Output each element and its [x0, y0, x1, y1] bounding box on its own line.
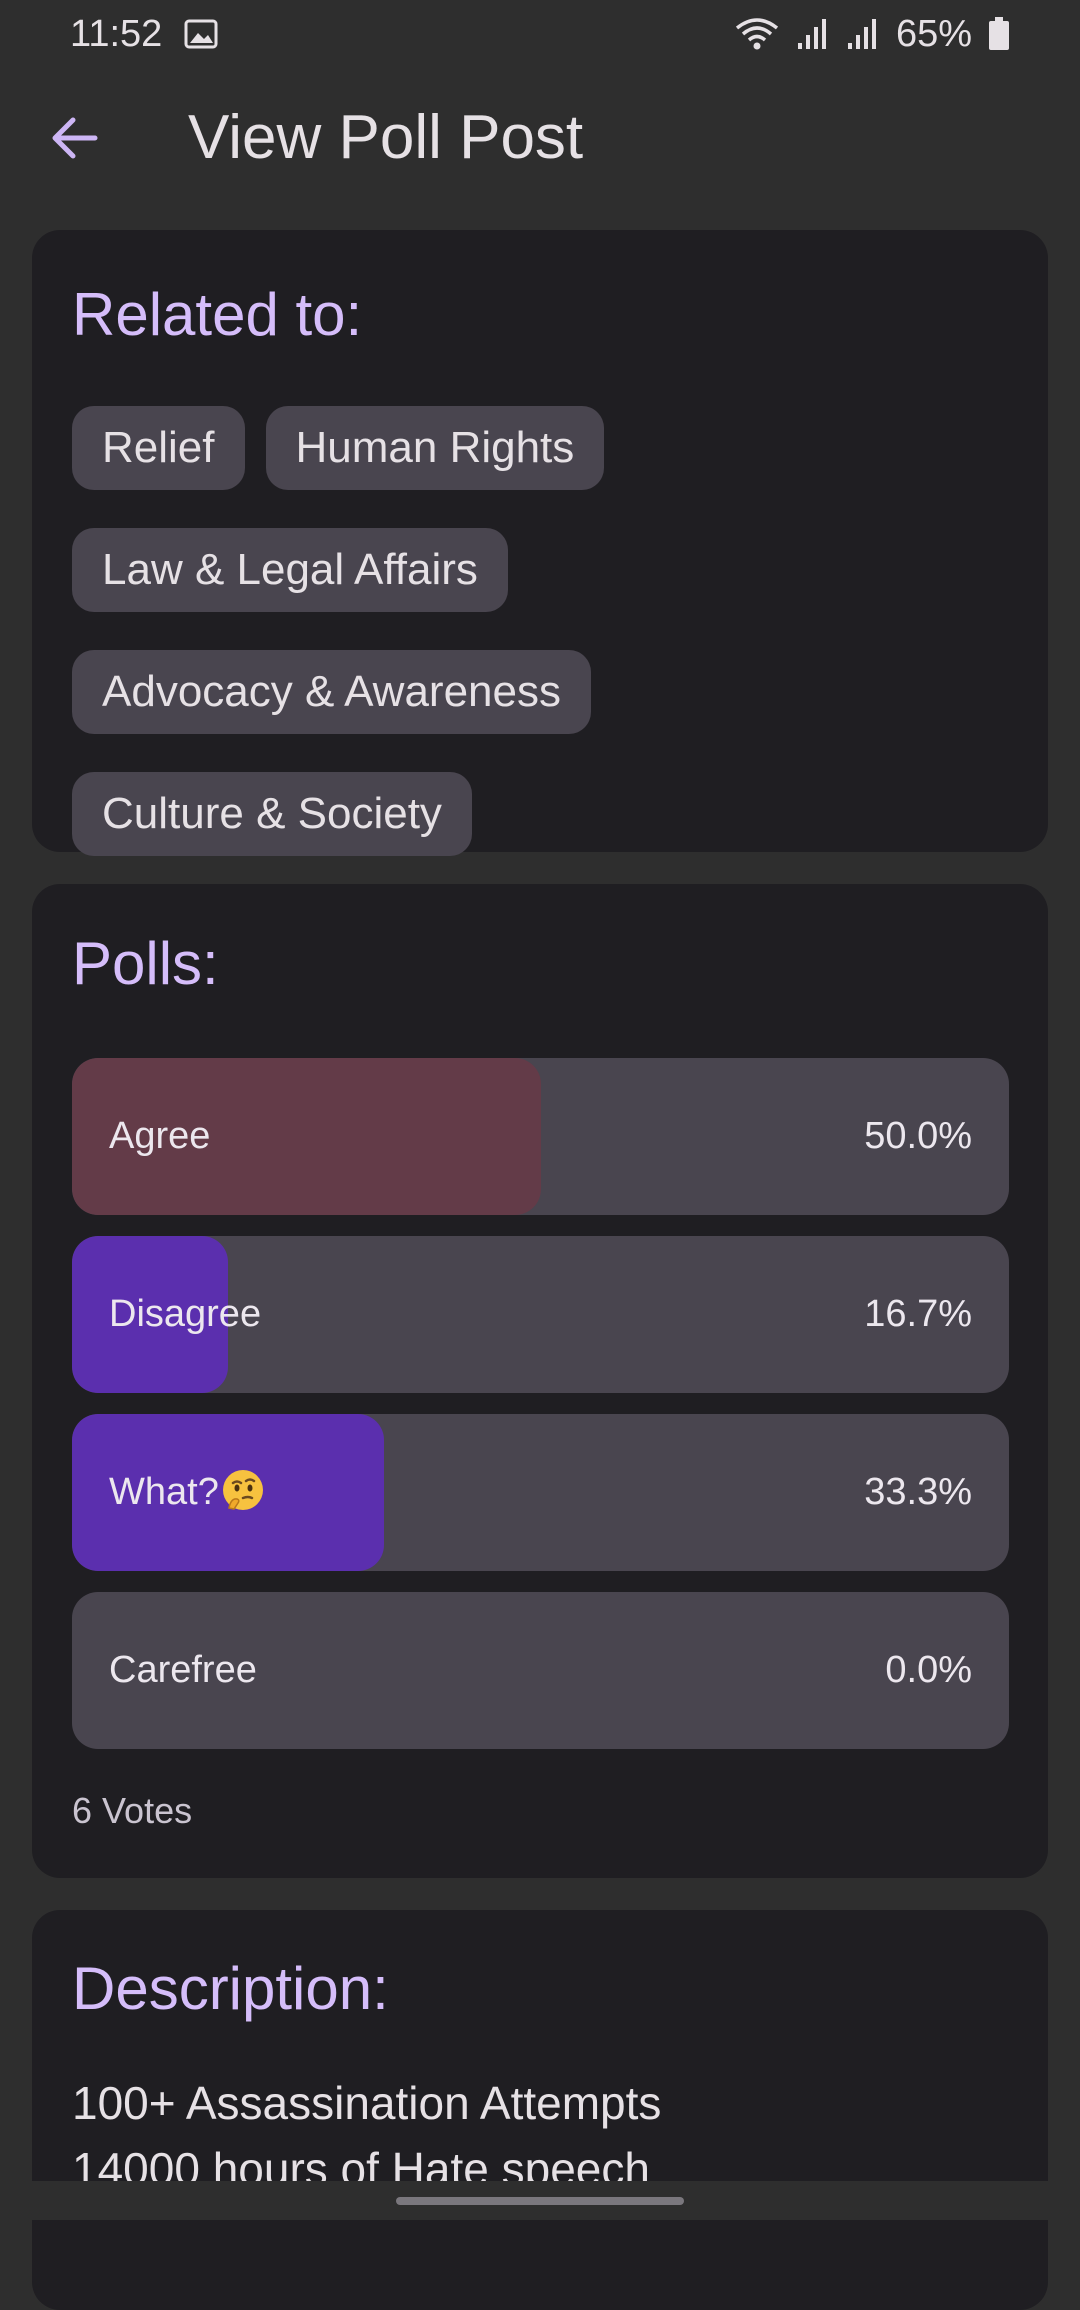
wifi-icon — [735, 18, 779, 50]
thinking-face-icon — [222, 1470, 263, 1510]
poll-label: Disagree — [109, 1293, 262, 1335]
poll-percent: 16.7% — [864, 1293, 972, 1335]
related-heading: Related to: — [72, 281, 363, 348]
poll-label: What? — [109, 1471, 219, 1513]
polls-heading: Polls: — [72, 930, 219, 997]
poll-percent: 50.0% — [864, 1115, 972, 1157]
back-button[interactable] — [46, 110, 102, 166]
vote-count: 6 Votes — [72, 1790, 193, 1831]
poll-option-what[interactable]: What? 33.3% — [72, 1414, 1009, 1571]
home-handle[interactable] — [396, 2197, 684, 2205]
polls-card: Polls: Agree 50.0% Disagree 16.7% What? … — [32, 884, 1048, 1878]
tag-chip[interactable]: Relief — [72, 406, 245, 490]
tag-list: Relief Human Rights Law & Legal Affairs … — [72, 406, 1012, 856]
poll-label: Carefree — [109, 1649, 257, 1691]
poll-option-agree[interactable]: Agree 50.0% — [72, 1058, 1009, 1215]
gallery-icon — [184, 19, 218, 49]
tag-chip[interactable]: Culture & Society — [72, 772, 472, 856]
battery-icon — [989, 17, 1009, 50]
status-time: 11:52 — [70, 12, 163, 55]
page-title: View Poll Post — [188, 103, 584, 172]
status-left: 11:52 — [70, 13, 218, 56]
poll-label: Agree — [109, 1115, 211, 1157]
tag-chip[interactable]: Advocacy & Awareness — [72, 650, 591, 734]
poll-option-disagree[interactable]: Disagree 16.7% — [72, 1236, 1009, 1393]
tag-chip[interactable]: Law & Legal Affairs — [72, 528, 508, 612]
tag-chip[interactable]: Human Rights — [265, 406, 605, 490]
status-bar: 11:52 65% — [0, 0, 1080, 68]
signal-icon — [797, 19, 826, 49]
battery-percent: 65% — [895, 12, 972, 55]
navigation-bar — [0, 2181, 1080, 2220]
related-card: Related to: Relief Human Rights Law & Le… — [32, 230, 1048, 856]
status-right: 65% — [734, 13, 1010, 56]
description-heading: Description: — [72, 1955, 389, 2022]
signal-icon — [847, 19, 876, 49]
description-card: Description: 100+ Assassination Attempts… — [32, 1910, 1048, 2310]
poll-option-carefree[interactable]: Carefree 0.0% — [72, 1592, 1009, 1749]
app-bar: View Poll Post — [0, 68, 1080, 208]
poll-percent: 33.3% — [864, 1471, 972, 1513]
poll-label-wrap: What? — [109, 1414, 265, 1571]
poll-percent: 0.0% — [885, 1649, 972, 1691]
arrow-left-icon — [52, 117, 98, 159]
